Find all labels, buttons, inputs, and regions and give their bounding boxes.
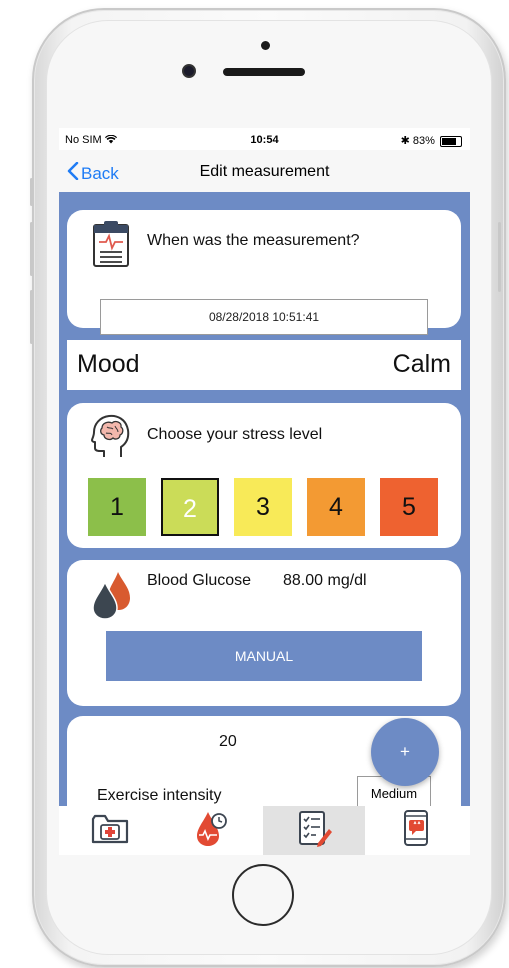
measurement-form[interactable]: When was the measurement? 08/28/2018 10:…	[59, 192, 470, 806]
proximity-sensor	[261, 41, 270, 50]
blood-drop-clock-icon	[194, 809, 230, 852]
blood-drops-icon	[89, 568, 133, 625]
tab-measurements[interactable]	[161, 806, 263, 855]
stress-prompt: Choose your stress level	[147, 426, 323, 443]
exercise-value: 20	[219, 733, 237, 750]
exercise-intensity-label: Exercise intensity	[97, 787, 222, 804]
stress-level-2-button[interactable]: 2	[161, 478, 219, 536]
stress-level-1-button[interactable]: 1	[88, 478, 146, 536]
tab-chat[interactable]	[365, 806, 467, 855]
app-screen: No SIM 10:54 ✱ 83% Back Edit measurement	[59, 128, 470, 855]
battery-status: ✱ 83%	[401, 134, 462, 147]
clipboard-ecg-icon	[92, 220, 130, 273]
bluetooth-icon: ✱	[400, 135, 410, 147]
glucose-label: Blood Glucose	[147, 572, 252, 589]
add-button[interactable]: +	[371, 718, 439, 786]
side-button	[30, 178, 33, 206]
mood-label: Mood	[77, 350, 140, 378]
tab-checklist[interactable]	[263, 806, 365, 855]
page-title: Edit measurement	[199, 163, 330, 180]
stress-level-5-button[interactable]: 5	[380, 478, 438, 536]
medical-folder-icon	[90, 811, 130, 850]
battery-percent: 83%	[412, 135, 435, 147]
stress-level-3-button[interactable]: 3	[234, 478, 292, 536]
side-button	[30, 290, 33, 344]
measurement-time-card: When was the measurement? 08/28/2018 10:…	[67, 210, 461, 335]
measurement-question: When was the measurement?	[147, 232, 360, 249]
datetime-field[interactable]: 08/28/2018 10:51:41	[100, 299, 428, 335]
status-bar: No SIM 10:54 ✱ 83%	[59, 128, 470, 150]
checklist-edit-icon	[296, 809, 332, 852]
phone-chat-icon	[401, 809, 431, 852]
glucose-value: 88.00 mg/dl	[283, 572, 367, 589]
earpiece-speaker	[223, 68, 305, 76]
glucose-card: Blood Glucose 88.00 mg/dl MANUAL	[67, 560, 461, 706]
stress-level-4-button[interactable]: 4	[307, 478, 365, 536]
mood-value: Calm	[392, 350, 451, 378]
navigation-bar: Back Edit measurement	[59, 150, 470, 192]
front-camera	[182, 64, 196, 78]
side-button	[30, 222, 33, 276]
battery-icon	[440, 135, 462, 147]
tab-bar	[59, 806, 470, 855]
home-button[interactable]	[232, 864, 294, 926]
side-button	[498, 222, 501, 292]
mood-row[interactable]: Mood Calm	[67, 340, 461, 390]
stress-card: Choose your stress level 1 2 3 4 5	[67, 403, 461, 548]
tab-medical-records[interactable]	[59, 806, 161, 855]
head-brain-icon	[91, 413, 131, 466]
manual-button[interactable]: MANUAL	[106, 631, 422, 681]
